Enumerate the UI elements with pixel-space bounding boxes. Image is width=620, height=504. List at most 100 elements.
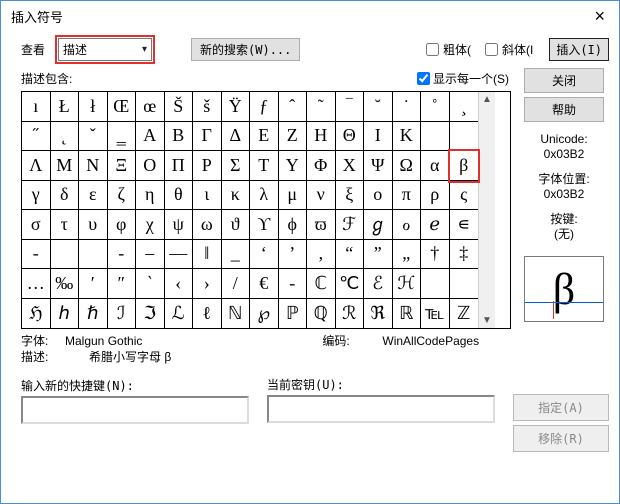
char-cell[interactable]: ϖ: [307, 210, 336, 240]
char-cell[interactable]: -: [22, 240, 51, 270]
char-cell[interactable]: ϒ: [250, 210, 279, 240]
char-cell[interactable]: ε: [79, 181, 108, 211]
char-cell[interactable]: ℌ: [22, 299, 51, 329]
char-cell[interactable]: ℯ: [421, 210, 450, 240]
char-cell[interactable]: ℓ: [193, 299, 222, 329]
new-search-button[interactable]: 新的搜索(W)...: [191, 38, 300, 61]
new-shortcut-input[interactable]: [21, 396, 249, 424]
char-cell[interactable]: ℙ: [279, 299, 308, 329]
char-cell[interactable]: [79, 240, 108, 270]
char-cell[interactable]: ℱ: [336, 210, 365, 240]
char-cell[interactable]: ℛ: [336, 299, 365, 329]
char-cell[interactable]: ℐ: [108, 299, 137, 329]
char-cell[interactable]: Α: [136, 122, 165, 152]
char-cell[interactable]: Σ: [222, 151, 251, 181]
char-cell[interactable]: Γ: [193, 122, 222, 152]
char-cell[interactable]: ℕ: [222, 299, 251, 329]
char-cell[interactable]: ξ: [336, 181, 365, 211]
char-cell[interactable]: ‘: [250, 240, 279, 270]
char-cell[interactable]: ℜ: [364, 299, 393, 329]
view-dropdown[interactable]: 描述 ▾: [58, 38, 152, 61]
char-cell[interactable]: ℊ: [364, 210, 393, 240]
char-cell[interactable]: ν: [307, 181, 336, 211]
char-cell[interactable]: Χ: [336, 151, 365, 181]
char-cell[interactable]: Ν: [79, 151, 108, 181]
char-cell[interactable]: ˆ: [279, 92, 308, 122]
char-cell[interactable]: Ε: [250, 122, 279, 152]
close-icon[interactable]: ×: [588, 6, 611, 27]
char-cell[interactable]: /: [222, 269, 251, 299]
char-cell[interactable]: ℡: [421, 299, 450, 329]
italic-checkbox[interactable]: 斜体(I: [485, 41, 533, 58]
char-cell[interactable]: €: [250, 269, 279, 299]
char-cell[interactable]: σ: [22, 210, 51, 240]
char-cell[interactable]: ı: [22, 92, 51, 122]
char-cell[interactable]: …: [22, 269, 51, 299]
char-cell[interactable]: α: [421, 151, 450, 181]
char-cell[interactable]: λ: [250, 181, 279, 211]
char-cell[interactable]: ‹: [165, 269, 194, 299]
char-cell[interactable]: ℘: [250, 299, 279, 329]
char-cell[interactable]: ρ: [421, 181, 450, 211]
char-cell[interactable]: ℎ: [51, 299, 80, 329]
char-cell[interactable]: ℝ: [393, 299, 422, 329]
char-cell[interactable]: -: [279, 269, 308, 299]
char-cell[interactable]: œ: [136, 92, 165, 122]
char-cell[interactable]: ‖: [193, 240, 222, 270]
char-cell[interactable]: Φ: [307, 151, 336, 181]
char-cell[interactable]: ˇ: [79, 122, 108, 152]
char-cell[interactable]: ¸: [450, 92, 479, 122]
char-cell[interactable]: Š: [165, 92, 194, 122]
show-each-checkbox[interactable]: 显示每一个(S): [417, 70, 509, 87]
char-cell[interactable]: ˛: [51, 122, 80, 152]
help-button[interactable]: 帮助: [524, 97, 604, 122]
char-cell[interactable]: ℚ: [307, 299, 336, 329]
char-cell[interactable]: Δ: [222, 122, 251, 152]
char-cell[interactable]: ℋ: [393, 269, 422, 299]
char-cell[interactable]: Ζ: [279, 122, 308, 152]
char-cell[interactable]: ˜: [307, 92, 336, 122]
char-cell[interactable]: ƒ: [250, 92, 279, 122]
bold-checkbox-input[interactable]: [426, 43, 439, 56]
current-key-input[interactable]: [267, 395, 495, 423]
char-cell[interactable]: Ψ: [364, 151, 393, 181]
char-cell[interactable]: [421, 122, 450, 152]
char-cell[interactable]: Μ: [51, 151, 80, 181]
char-cell[interactable]: Œ: [108, 92, 137, 122]
character-grid[interactable]: ıŁłŒœŠšŸƒˆ˜‾˘˙˚¸˝˛ˇ‗ΑΒΓΔΕΖΗΘΙΚΛΜΝΞΟΠΡΣΤΥ…: [22, 92, 478, 328]
char-cell[interactable]: ϕ: [279, 210, 308, 240]
char-cell[interactable]: ›: [193, 269, 222, 299]
char-cell[interactable]: τ: [51, 210, 80, 240]
char-cell[interactable]: π: [393, 181, 422, 211]
char-cell[interactable]: ℴ: [393, 210, 422, 240]
char-cell[interactable]: Β: [165, 122, 194, 152]
char-cell[interactable]: ‡: [450, 240, 479, 270]
char-cell[interactable]: ‗: [108, 122, 137, 152]
char-cell[interactable]: [450, 269, 479, 299]
char-cell[interactable]: Λ: [22, 151, 51, 181]
char-cell[interactable]: ł: [79, 92, 108, 122]
char-cell[interactable]: ˙: [393, 92, 422, 122]
char-cell[interactable]: ℑ: [136, 299, 165, 329]
char-cell[interactable]: †: [421, 240, 450, 270]
char-cell[interactable]: ‾: [336, 92, 365, 122]
char-cell[interactable]: ∊: [450, 210, 479, 240]
char-cell[interactable]: Κ: [393, 122, 422, 152]
char-cell[interactable]: ς: [450, 181, 479, 211]
char-cell[interactable]: ℃: [336, 269, 365, 299]
char-cell[interactable]: φ: [108, 210, 137, 240]
char-cell[interactable]: μ: [279, 181, 308, 211]
char-cell[interactable]: —: [165, 240, 194, 270]
char-cell[interactable]: [51, 240, 80, 270]
char-cell[interactable]: Ł: [51, 92, 80, 122]
char-cell[interactable]: “: [336, 240, 365, 270]
remove-button[interactable]: 移除(R): [513, 425, 609, 452]
char-cell[interactable]: η: [136, 181, 165, 211]
char-cell[interactable]: Ι: [364, 122, 393, 152]
char-cell[interactable]: ‚: [307, 240, 336, 270]
char-cell[interactable]: Π: [165, 151, 194, 181]
char-cell[interactable]: ζ: [108, 181, 137, 211]
char-cell[interactable]: ℂ: [307, 269, 336, 299]
char-cell[interactable]: ˝: [22, 122, 51, 152]
assign-button[interactable]: 指定(A): [513, 394, 609, 421]
